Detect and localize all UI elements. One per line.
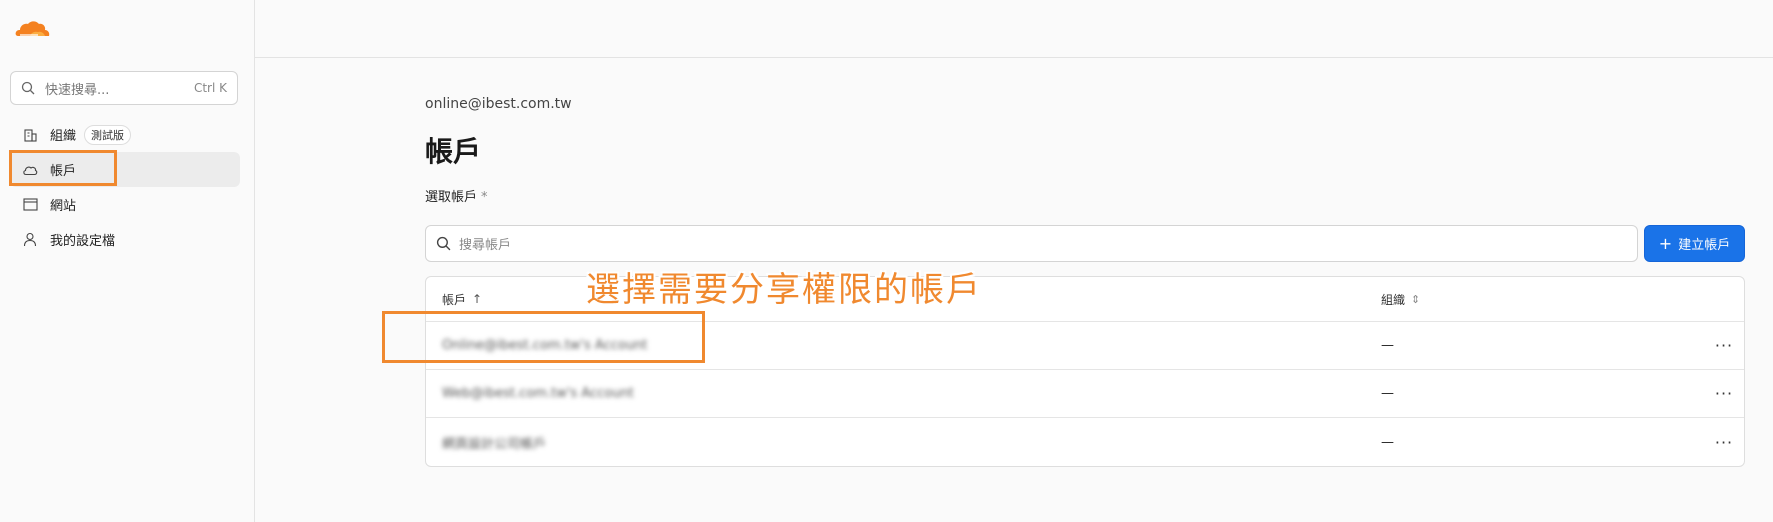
browser-window-icon: [22, 197, 38, 213]
column-header-organization[interactable]: 組織 ⇕: [1381, 291, 1744, 308]
highlight-box-accounts-nav: [9, 150, 117, 186]
sidebar-item-profile[interactable]: 我的設定檔: [10, 222, 240, 257]
select-account-text: 選取帳戶: [425, 190, 478, 205]
org-value: —: [1381, 434, 1394, 450]
column-label: 組織: [1381, 292, 1406, 307]
required-mark: *: [481, 190, 488, 205]
table-row[interactable]: Web@ibest.com.tw's Account — ···: [426, 370, 1744, 418]
column-label: 帳戶: [442, 292, 467, 307]
table-row[interactable]: 網頁設計公司帳戶 — ···: [426, 418, 1744, 466]
plus-icon: +: [1658, 233, 1673, 253]
quick-search-input[interactable]: 快速搜尋... Ctrl K: [10, 71, 238, 105]
sidebar-nav: 組織 測試版 帳戶 網站 我的設定檔: [10, 117, 240, 257]
sort-ascending-icon: ↑: [472, 292, 483, 306]
sidebar-item-label: 網站: [50, 199, 77, 214]
page-title: 帳戶: [425, 135, 482, 168]
account-name[interactable]: Web@ibest.com.tw's Account: [442, 386, 634, 401]
account-search-placeholder: 搜尋帳戶: [459, 238, 512, 253]
select-account-label: 選取帳戶 *: [425, 186, 1745, 205]
user-icon: [22, 232, 38, 248]
search-row: 搜尋帳戶 + 建立帳戶: [425, 225, 1745, 262]
more-options-icon[interactable]: ···: [1704, 433, 1744, 452]
top-bar: [255, 0, 1773, 58]
org-value: —: [1381, 386, 1394, 401]
account-name[interactable]: 網頁設計公司帳戶: [442, 433, 546, 452]
sort-icon: ⇕: [1411, 292, 1421, 306]
sidebar-item-label: 我的設定檔: [50, 234, 116, 249]
sidebar-item-websites[interactable]: 網站: [10, 187, 240, 222]
search-icon: [21, 81, 35, 95]
beta-badge: 測試版: [84, 124, 132, 145]
sidebar: 快速搜尋... Ctrl K 組織 測試版 帳戶 網站 我的設定檔: [0, 0, 255, 522]
sidebar-item-label: 組織: [50, 129, 77, 144]
search-shortcut-hint: Ctrl K: [193, 81, 227, 95]
user-email: online@ibest.com.tw: [425, 96, 572, 112]
quick-search-placeholder: 快速搜尋...: [45, 82, 110, 98]
org-value: —: [1381, 338, 1394, 353]
highlight-box-first-account: [382, 311, 705, 363]
more-options-icon[interactable]: ···: [1704, 384, 1744, 403]
create-account-label: 建立帳戶: [1678, 238, 1731, 253]
sidebar-item-organization[interactable]: 組織 測試版: [10, 117, 240, 152]
search-icon: [436, 236, 451, 251]
annotation-text: 選擇需要分享權限的帳戶: [586, 270, 982, 310]
create-account-button[interactable]: + 建立帳戶: [1644, 225, 1745, 262]
account-search-input[interactable]: 搜尋帳戶: [425, 225, 1638, 262]
building-icon: [22, 127, 38, 143]
cloudflare-logo[interactable]: [12, 18, 52, 40]
more-options-icon[interactable]: ···: [1704, 336, 1744, 355]
